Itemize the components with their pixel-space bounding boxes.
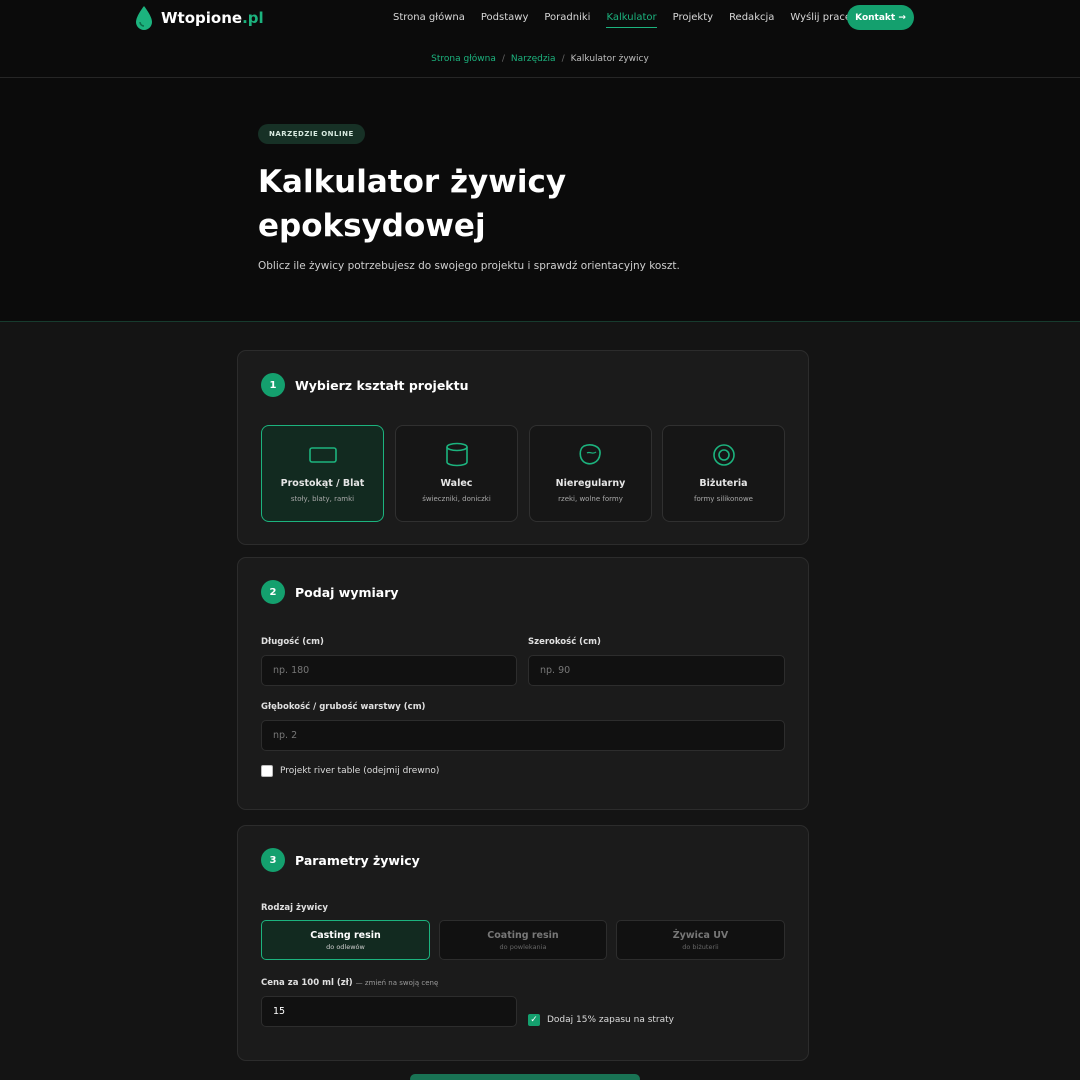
step-title: Wybierz kształt projektu [295,377,469,393]
price-input[interactable]: 15 [261,996,517,1027]
shape-option-rectangle[interactable]: Prostokąt / Blat stoły, blaty, ramki [261,425,384,522]
step-number: 1 [261,373,285,397]
reserve-label: Dodaj 15% zapasu na straty [547,1015,674,1025]
tool-badge: NARZĘDZIE ONLINE [258,124,365,144]
resin-params-card: 3 Parametry żywicy Rodzaj żywicy Casting… [237,825,809,1061]
breadcrumb-separator: / [561,53,565,64]
shape-description: formy silikonowe [693,495,753,503]
step-header: 3 Parametry żywicy [261,848,420,872]
page-subtitle: Oblicz ile żywicy potrzebujesz do swojeg… [258,260,680,272]
resin-option-casting[interactable]: Casting resin do odlewów [261,920,430,960]
price-note: — zmień na swoją cenę [355,979,439,987]
shape-name: Biżuteria [699,478,748,489]
resin-option-coating[interactable]: Coating resin do powlekania [439,920,607,960]
resin-description: do powlekania [499,942,547,951]
contact-button[interactable]: Kontakt → [847,5,914,30]
main-menu: Strona główna Podstawy Poradniki Kalkula… [393,12,851,28]
shape-option-jewelry[interactable]: Biżuteria formy silikonowe [662,425,785,522]
shape-name: Nieregularny [555,478,626,489]
step-header: 2 Podaj wymiary [261,580,399,604]
site-logo[interactable]: Wtopione.pl [135,5,264,31]
step-number: 2 [261,580,285,604]
dimensions-card: 2 Podaj wymiary Długość (cm) np. 180 Sze… [237,557,809,810]
shape-option-cylinder[interactable]: Walec świeczniki, doniczki [395,425,518,522]
ring-icon [712,444,735,466]
step-title: Parametry żywicy [295,852,420,868]
river-table-option[interactable]: Projekt river table (odejmij drewno) [261,765,439,777]
cylinder-icon [445,442,468,467]
shape-description: rzeki, wolne formy [558,495,623,503]
shape-name: Prostokąt / Blat [280,478,365,489]
drop-icon [136,6,152,30]
reserve-option[interactable]: ✓ Dodaj 15% zapasu na straty [528,1014,674,1026]
price-label-row: Cena za 100 ml (zł) — zmień na swoją cen… [261,978,438,988]
resin-description: do biżuterii [682,942,719,951]
blob-icon [578,444,601,465]
shape-card: 1 Wybierz kształt projektu Prostokąt / B… [237,350,809,545]
page-title: Kalkulator żywicy epoksydowej [258,164,567,244]
breadcrumb-tools[interactable]: Narzędzia [511,54,556,64]
nav-item-projects[interactable]: Projekty [673,12,713,28]
reserve-checkbox[interactable]: ✓ [528,1014,540,1026]
resin-name: Coating resin [487,929,559,941]
breadcrumb: Strona główna / Narzędzia / Kalkulator ż… [0,40,1080,78]
nav-item-guides[interactable]: Poradniki [544,12,590,28]
depth-label: Głębokość / grubość warstwy (cm) [261,702,426,712]
step-number: 3 [261,848,285,872]
rectangle-icon [308,447,337,463]
resin-description: do odlewów [326,942,365,951]
nav-item-editorial[interactable]: Redakcja [729,12,774,28]
resin-type-label: Rodzaj żywicy [261,903,328,913]
resin-option-uv[interactable]: Żywica UV do biżuterii [616,920,785,960]
calculate-button-edge[interactable] [410,1074,640,1080]
width-input[interactable]: np. 90 [528,655,785,686]
hero-section: NARZĘDZIE ONLINE Kalkulator żywicy epoks… [0,78,1080,322]
river-table-label: Projekt river table (odejmij drewno) [280,766,440,776]
nav-item-submit-work[interactable]: Wyślij pracę [790,12,851,28]
top-navbar: Wtopione.pl Strona główna Podstawy Porad… [0,0,1080,40]
logo-text: Wtopione [161,9,243,27]
depth-input[interactable]: np. 2 [261,720,785,751]
logo-tld: .pl [242,9,264,27]
price-label: Cena za 100 ml (zł) [261,978,353,988]
nav-item-calculator[interactable]: Kalkulator [606,12,657,28]
shape-name: Walec [440,478,473,489]
river-table-checkbox[interactable] [261,765,273,777]
resin-name: Żywica UV [672,929,729,941]
length-label: Długość (cm) [261,637,324,647]
length-input[interactable]: np. 180 [261,655,517,686]
width-label: Szerokość (cm) [528,637,601,647]
shape-option-irregular[interactable]: Nieregularny rzeki, wolne formy [529,425,652,522]
shape-description: stoły, blaty, ramki [290,495,355,503]
breadcrumb-current: Kalkulator żywicy [570,53,649,64]
breadcrumb-separator: / [501,53,505,64]
shape-description: świeczniki, doniczki [422,495,491,503]
nav-item-home[interactable]: Strona główna [393,12,465,28]
resin-name: Casting resin [310,929,381,941]
step-title: Podaj wymiary [295,584,399,600]
nav-item-basics[interactable]: Podstawy [481,12,529,28]
step-header: 1 Wybierz kształt projektu [261,373,469,397]
breadcrumb-home[interactable]: Strona główna [431,54,496,64]
